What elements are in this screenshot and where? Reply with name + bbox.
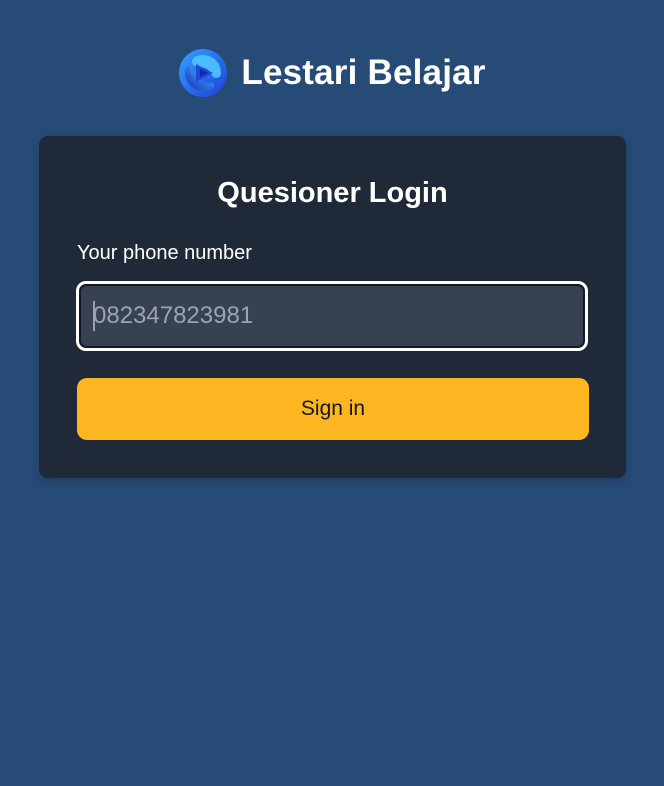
- login-card: Quesioner Login Your phone number Sign i…: [39, 136, 626, 478]
- phone-label: Your phone number: [77, 242, 252, 264]
- swirl-logo-icon: [179, 49, 228, 97]
- app-title: Lestari Belajar: [241, 53, 486, 92]
- text-caret: [93, 301, 95, 331]
- login-title: Quesioner Login: [217, 177, 448, 209]
- sign-in-button[interactable]: Sign in: [77, 378, 589, 440]
- phone-input[interactable]: [76, 281, 588, 351]
- brand-header: Lestari Belajar: [0, 46, 664, 100]
